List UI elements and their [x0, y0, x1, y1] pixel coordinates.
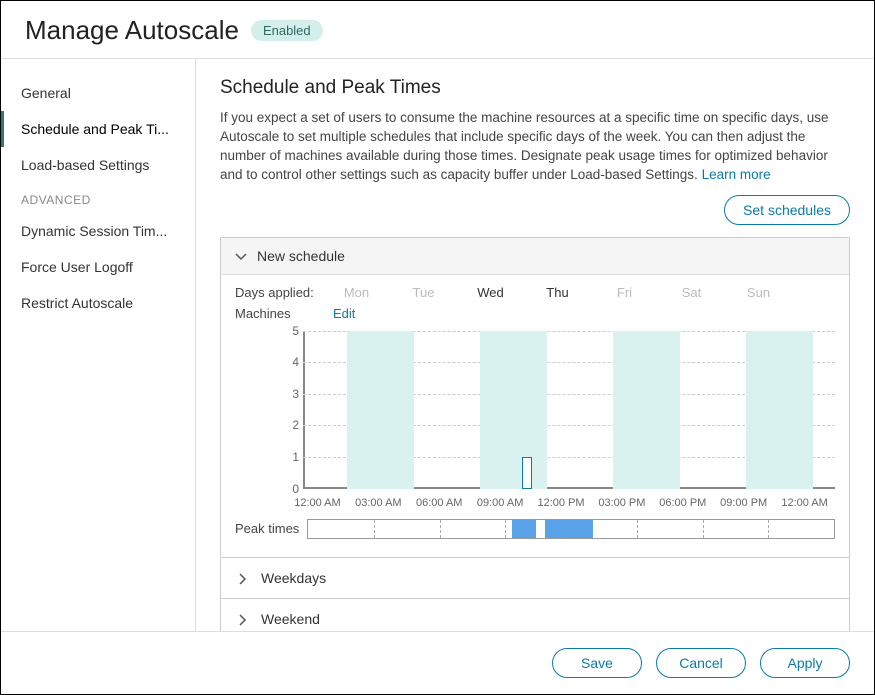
day-tue: Tue: [390, 285, 457, 300]
peak-divider: [703, 520, 704, 538]
peak-segment[interactable]: [545, 520, 593, 538]
chevron-down-icon: [235, 250, 247, 262]
y-tick: 5: [292, 324, 299, 338]
content: General Schedule and Peak Ti... Load-bas…: [1, 59, 874, 631]
cancel-button[interactable]: Cancel: [656, 648, 746, 678]
machines-chart: 12:00 AM03:00 AM06:00 AM09:00 AM12:00 PM…: [235, 327, 835, 513]
page-title: Manage Autoscale: [25, 15, 239, 46]
shade-band: [746, 331, 813, 489]
set-schedules-row: Set schedules: [220, 195, 850, 225]
chart-bar: [522, 457, 532, 489]
shade-band: [480, 331, 547, 489]
sidebar-item-dynamic[interactable]: Dynamic Session Tim...: [1, 213, 195, 249]
machines-row: Machines Edit: [235, 306, 835, 321]
peak-divider: [637, 520, 638, 538]
schedule-panel-header[interactable]: New schedule: [221, 238, 849, 275]
edit-link[interactable]: Edit: [333, 306, 355, 321]
weekdays-collapse[interactable]: Weekdays: [220, 558, 850, 599]
x-tick: 09:00 AM: [470, 497, 531, 509]
weekdays-label: Weekdays: [261, 570, 326, 586]
day-wed: Wed: [457, 285, 524, 300]
x-tick: 09:00 PM: [713, 497, 774, 509]
footer: Save Cancel Apply: [1, 631, 874, 694]
sidebar-section-advanced: ADVANCED: [1, 183, 195, 213]
y-tick: 2: [292, 418, 299, 432]
chevron-right-icon: [237, 572, 249, 584]
peak-segment[interactable]: [512, 520, 536, 538]
day-sat: Sat: [658, 285, 725, 300]
x-ticks: 12:00 AM03:00 AM06:00 AM09:00 AM12:00 PM…: [287, 497, 835, 509]
machines-label: Machines: [235, 306, 323, 321]
peak-divider: [440, 520, 441, 538]
x-tick: 03:00 PM: [591, 497, 652, 509]
chart-plot: [303, 331, 835, 489]
weekend-collapse[interactable]: Weekend: [220, 599, 850, 631]
day-thu: Thu: [524, 285, 591, 300]
x-tick: 12:00 AM: [774, 497, 835, 509]
day-sun: Sun: [725, 285, 792, 300]
day-mon: Mon: [323, 285, 390, 300]
apply-button[interactable]: Apply: [760, 648, 850, 678]
peak-divider: [374, 520, 375, 538]
main-panel: Schedule and Peak Times If you expect a …: [196, 59, 874, 631]
section-description: If you expect a set of users to consume …: [220, 109, 850, 185]
peak-row: Peak times: [235, 519, 835, 539]
learn-more-link[interactable]: Learn more: [702, 167, 771, 182]
peak-divider: [768, 520, 769, 538]
x-tick: 12:00 PM: [531, 497, 592, 509]
y-tick: 4: [292, 355, 299, 369]
schedule-panel-body: Days applied: Mon Tue Wed Thu Fri Sat Su…: [221, 275, 849, 557]
sidebar-item-general[interactable]: General: [1, 75, 195, 111]
y-tick: 1: [292, 450, 299, 464]
schedule-name: New schedule: [257, 248, 345, 264]
save-button[interactable]: Save: [552, 648, 642, 678]
y-axis: [303, 331, 305, 489]
day-fri: Fri: [591, 285, 658, 300]
section-heading: Schedule and Peak Times: [220, 77, 850, 99]
chevron-right-icon: [237, 613, 249, 625]
x-tick: 06:00 AM: [409, 497, 470, 509]
sidebar-item-logoff[interactable]: Force User Logoff: [1, 249, 195, 285]
sidebar-item-restrict[interactable]: Restrict Autoscale: [1, 285, 195, 321]
status-badge: Enabled: [251, 20, 323, 41]
weekend-label: Weekend: [261, 611, 320, 627]
sidebar: General Schedule and Peak Ti... Load-bas…: [1, 59, 196, 631]
peak-bar[interactable]: [307, 519, 835, 539]
days-label: Days applied:: [235, 285, 323, 300]
x-tick: 03:00 AM: [348, 497, 409, 509]
set-schedules-button[interactable]: Set schedules: [724, 195, 850, 225]
days-row: Days applied: Mon Tue Wed Thu Fri Sat Su…: [235, 285, 835, 300]
x-tick: 06:00 PM: [652, 497, 713, 509]
y-tick: 3: [292, 387, 299, 401]
x-tick: 12:00 AM: [287, 497, 348, 509]
peak-label: Peak times: [235, 521, 307, 536]
page-header: Manage Autoscale Enabled: [1, 1, 874, 59]
sidebar-item-schedule[interactable]: Schedule and Peak Ti...: [1, 111, 195, 147]
schedule-panel: New schedule Days applied: Mon Tue Wed T…: [220, 237, 850, 558]
y-tick: 0: [292, 482, 299, 496]
peak-divider: [505, 520, 506, 538]
shade-band: [613, 331, 680, 489]
sidebar-item-load[interactable]: Load-based Settings: [1, 147, 195, 183]
shade-band: [347, 331, 414, 489]
